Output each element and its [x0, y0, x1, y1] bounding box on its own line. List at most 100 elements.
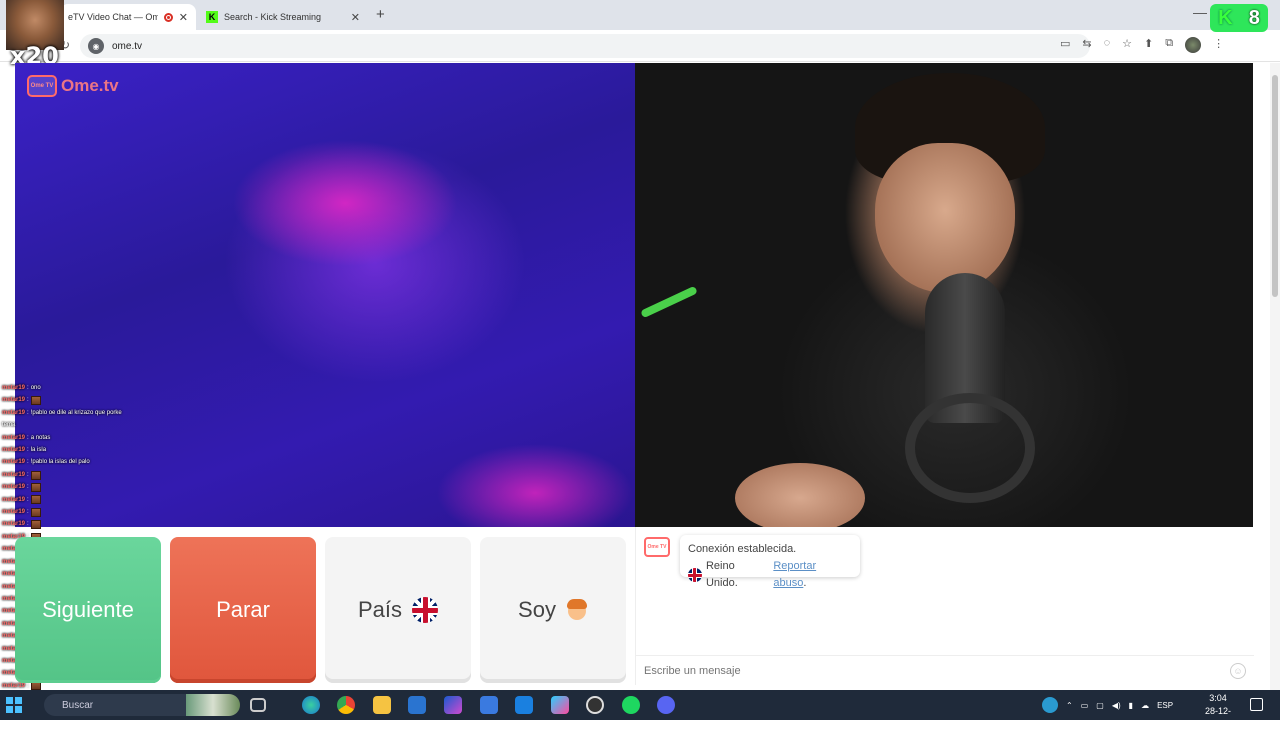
stream-chat-line: metar19:: [2, 506, 152, 518]
tab-title: Search - Kick Streaming: [224, 12, 322, 22]
chat-username: metar19: [2, 509, 26, 516]
stream-chat-line: metar19: !pablo oe dile al krizazo que po…: [2, 407, 152, 419]
ometv-badge: Ome TV: [27, 75, 57, 97]
stream-chat-line: metar19:: [2, 518, 152, 530]
extensions-icon[interactable]: ⧉: [1165, 37, 1173, 53]
stream-chat-line: metar19: la isla: [2, 444, 152, 456]
minimize-window-icon[interactable]: —: [1193, 4, 1207, 20]
app-icon[interactable]: [444, 696, 462, 714]
star-icon[interactable]: ☆: [1122, 37, 1132, 53]
close-tab-icon[interactable]: ✕: [179, 11, 188, 24]
edge-icon[interactable]: [302, 696, 320, 714]
self-video: [635, 63, 1253, 527]
page-scrollbar[interactable]: [1270, 63, 1280, 690]
stream-chat-line: metar19: ono: [2, 382, 152, 394]
taskbar-search-label: Buscar: [62, 699, 94, 711]
chat-message: a notas: [30, 434, 51, 441]
scrollbar-thumb[interactable]: [1272, 75, 1278, 297]
windows-taskbar: Buscar ⌃ ▭ ▢ ◀) ▮ ☁ ESP 3:04 28-12-2025: [0, 690, 1280, 729]
report-abuse-link[interactable]: Reportar abuso: [773, 560, 816, 589]
chat-emote-icon: [30, 482, 41, 492]
country-button[interactable]: País: [325, 537, 471, 683]
address-bar[interactable]: ◉ ome.tv: [80, 34, 1090, 58]
windows-start-icon[interactable]: [6, 697, 22, 713]
system-tray: ⌃ ▭ ▢ ◀) ▮ ☁ ESP: [1042, 690, 1173, 720]
ometv-logo-text: Ome.tv: [61, 76, 119, 95]
connection-status: Conexión establecida.: [688, 543, 797, 555]
network-icon[interactable]: ▭: [1081, 701, 1089, 710]
file-explorer-icon[interactable]: [373, 696, 391, 714]
wifi-icon[interactable]: ▢: [1096, 701, 1104, 710]
copilot-icon[interactable]: [551, 696, 569, 714]
task-view-icon[interactable]: [250, 698, 266, 712]
chrome-icon[interactable]: [337, 696, 355, 714]
stream-chat-line: metar19:: [2, 481, 152, 493]
chat-message: ono: [30, 385, 41, 391]
chat-emote-icon: [30, 520, 41, 530]
dropbox-icon[interactable]: [515, 696, 533, 714]
next-button-label: Siguiente: [42, 597, 134, 622]
chat-username: metar19: [2, 447, 26, 454]
chat-username: metar19: [2, 459, 26, 466]
chat-emote-icon: [30, 396, 41, 406]
notification-icon[interactable]: [1250, 698, 1263, 711]
menu-icon[interactable]: ⋮: [1213, 37, 1224, 53]
input-language[interactable]: ESP: [1157, 701, 1173, 710]
plus-icon[interactable]: +: [376, 6, 385, 23]
weather-icon[interactable]: [1042, 697, 1058, 713]
uk-flag-icon: [412, 597, 439, 623]
stream-chat-line: metar19:: [2, 494, 152, 506]
boy-icon: [566, 598, 588, 622]
store-icon[interactable]: [480, 696, 498, 714]
chat-panel: Ome TV Conexión establecida. Reino Unido…: [635, 527, 1254, 685]
next-button[interactable]: Siguiente: [15, 537, 161, 683]
chat-message: la isla: [30, 447, 47, 454]
pin-icon[interactable]: ⬆: [1144, 37, 1153, 53]
chevron-up-icon[interactable]: ⌃: [1066, 701, 1073, 710]
stop-button[interactable]: Parar: [170, 537, 316, 683]
cast-icon[interactable]: ▭: [1060, 37, 1070, 53]
mic-icon[interactable]: ▮: [1129, 701, 1133, 710]
mail-icon[interactable]: [408, 696, 426, 714]
stream-chat-line: tema: [2, 419, 152, 431]
chat-message: !pablo la islas del palo: [30, 459, 90, 466]
profile-avatar[interactable]: [1185, 37, 1202, 53]
country-button-label: País: [357, 597, 403, 622]
emoji-icon[interactable]: ☺: [1230, 662, 1246, 679]
video-hand: [735, 463, 865, 527]
obs-icon[interactable]: [586, 696, 604, 714]
chat-username: metar19: [2, 521, 26, 528]
uk-flag-icon: [688, 568, 702, 582]
discord-icon[interactable]: [657, 696, 675, 714]
site-info-icon[interactable]: ◉: [88, 38, 104, 54]
recording-icon: [163, 12, 173, 22]
message-input[interactable]: [644, 664, 1230, 677]
toolbar-icons: ▭ ⇆ ◌ ☆ ⬆ ⧉ ⋮: [1060, 37, 1224, 53]
tab-kick[interactable]: K Search - Kick Streaming ✕: [198, 4, 368, 30]
stream-chat-line: metar19: !pablo la islas del palo: [2, 456, 152, 468]
message-input-bar: ☺: [636, 655, 1254, 685]
chat-username: metar19: [2, 434, 26, 441]
translate-icon[interactable]: ⇆: [1082, 37, 1091, 53]
chat-message: !pablo oe dile al krizazo que porke: [30, 409, 122, 416]
video-mic-mount: [905, 393, 1035, 503]
partner-country: Reino Unido.: [705, 560, 738, 589]
chat-message: tema: [2, 422, 16, 429]
clock-time: 3:04: [1209, 693, 1227, 703]
chat-username: metar19: [2, 385, 26, 391]
chat-username: metar19: [2, 496, 26, 503]
close-tab-icon[interactable]: ✕: [351, 11, 360, 24]
spotify-icon[interactable]: [622, 696, 640, 714]
browser-tab-bar: eTV Video Chat — Ome ✕ K Search - Kick S…: [0, 0, 1280, 30]
tab-ometv[interactable]: eTV Video Chat — Ome ✕: [60, 4, 196, 30]
eye-off-icon[interactable]: ◌: [1104, 37, 1111, 53]
gender-button[interactable]: Soy: [480, 537, 626, 683]
stop-button-label: Parar: [216, 597, 270, 622]
taskbar-clock[interactable]: 3:04 28-12-2025: [1196, 692, 1240, 731]
video-person-face: [875, 143, 1015, 293]
volume-icon[interactable]: ◀): [1112, 701, 1121, 710]
cloud-icon[interactable]: ☁: [1141, 701, 1149, 710]
taskbar-search[interactable]: Buscar: [44, 694, 240, 716]
chat-emote-icon: [30, 507, 41, 517]
gender-button-label: Soy: [518, 597, 556, 622]
